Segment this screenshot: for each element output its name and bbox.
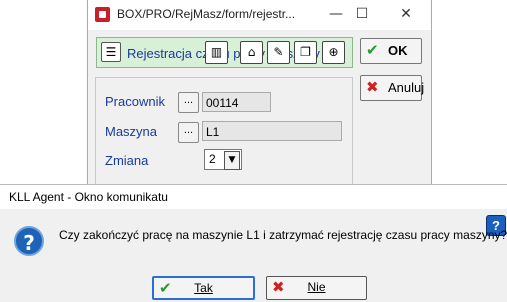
- message-dialog: KLL Agent - Okno komunikatu ? ? Czy zako…: [0, 184, 507, 302]
- form-section: Pracownik ... 00114 Maszyna ... L1 Zmian…: [95, 77, 353, 185]
- windows-icon[interactable]: ❐: [294, 41, 317, 64]
- menu-list-icon[interactable]: ☰: [101, 42, 121, 62]
- pracownik-lookup-button[interactable]: ...: [178, 92, 199, 113]
- question-icon: ?: [14, 226, 44, 256]
- zmiana-select[interactable]: 2 ▼: [204, 149, 242, 170]
- window-titlebar[interactable]: BOX/PRO/RejMasz/form/rejestr... — ☐ ✕: [88, 0, 431, 30]
- zmiana-value: 2: [209, 152, 216, 166]
- cancel-button[interactable]: ✖ Anuluj: [360, 75, 424, 101]
- ok-button[interactable]: ✔ OK: [360, 38, 422, 64]
- background-window: BOX/PRO/RejMasz/form/rejestr... — ☐ ✕ ☰ …: [87, 0, 432, 185]
- barcode-icon[interactable]: ▥: [205, 41, 228, 64]
- home-icon[interactable]: ⌂: [240, 41, 263, 64]
- registration-panel: ☰ Rejestracja czasu pracy maszyny ▥ ⌂ ✎ …: [96, 37, 353, 68]
- app-icon: [95, 7, 110, 22]
- dialog-message: Czy zakończyć pracę na maszynie L1 i zat…: [59, 228, 507, 242]
- close-button[interactable]: ✕: [393, 4, 419, 24]
- chevron-down-icon[interactable]: ▼: [224, 151, 240, 170]
- window-title: BOX/PRO/RejMasz/form/rejestr...: [117, 7, 296, 21]
- note-icon[interactable]: ✎: [267, 41, 290, 64]
- maszyna-field[interactable]: L1: [202, 121, 342, 141]
- maximize-button[interactable]: ☐: [349, 4, 375, 24]
- no-button[interactable]: ✖ Nie: [266, 276, 367, 300]
- maszyna-lookup-button[interactable]: ...: [178, 122, 199, 143]
- pracownik-label: Pracownik: [105, 94, 165, 109]
- checkmark-icon: ✔: [366, 41, 379, 59]
- lifebuoy-icon[interactable]: ⊕: [322, 41, 345, 64]
- maszyna-label: Maszyna: [105, 124, 158, 139]
- yes-button[interactable]: ✔ Tak: [152, 276, 255, 300]
- pracownik-field[interactable]: 00114: [202, 92, 271, 112]
- zmiana-label: Zmiana: [105, 153, 149, 168]
- minimize-button[interactable]: —: [323, 4, 349, 24]
- dialog-titlebar[interactable]: KLL Agent - Okno komunikatu: [0, 185, 507, 209]
- cross-icon: ✖: [366, 78, 379, 96]
- dialog-title: KLL Agent - Okno komunikatu: [9, 190, 168, 204]
